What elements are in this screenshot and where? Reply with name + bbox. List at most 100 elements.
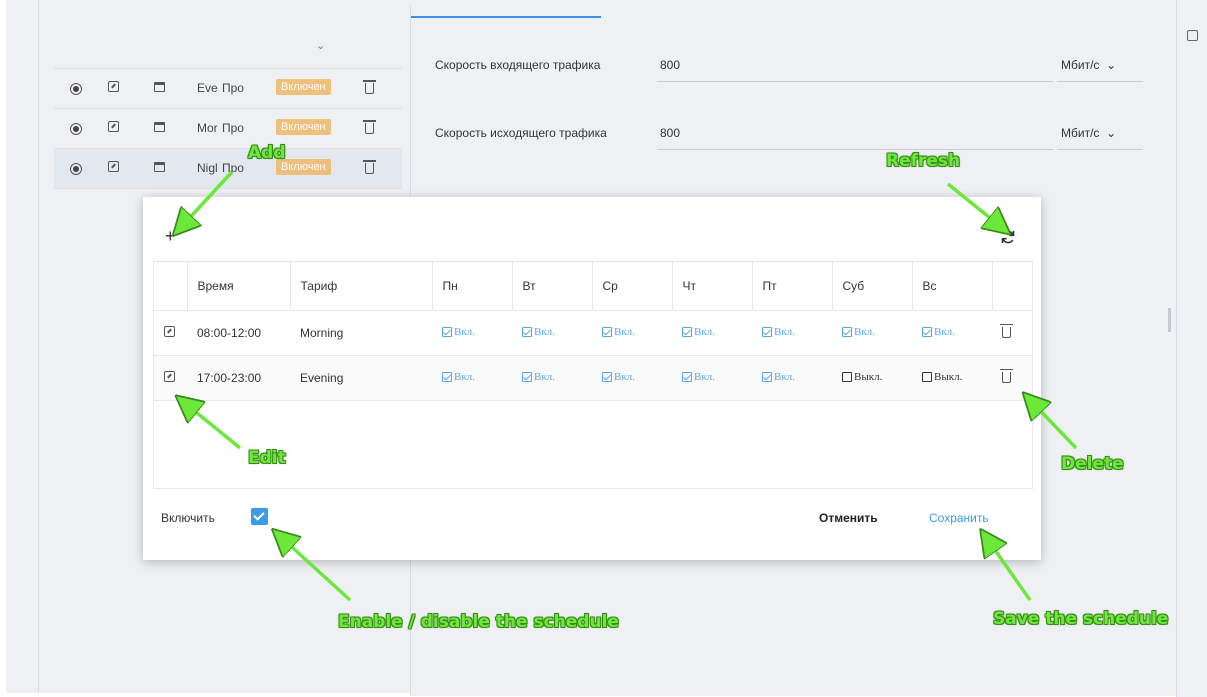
trash-icon[interactable] xyxy=(363,80,376,97)
checked-icon xyxy=(442,326,452,337)
day-toggle[interactable]: Вкл. xyxy=(602,371,635,383)
tariff-list-row[interactable]: Mor Про Включен xyxy=(54,109,402,149)
day-toggle[interactable]: Выкл. xyxy=(922,371,962,383)
day-toggle[interactable]: Вкл. xyxy=(602,326,635,338)
checkbox[interactable] xyxy=(1187,30,1198,41)
annotation-edit: Edit xyxy=(248,448,286,468)
select-underline xyxy=(1057,81,1143,82)
day-toggle[interactable]: Вкл. xyxy=(682,371,715,383)
outgoing-speed-row: Скорость исходящего трафика 800 Мбит/с ⌄ xyxy=(435,116,1155,156)
time-cell: 08:00-12:00 xyxy=(187,310,290,356)
time-cell: 17:00-23:00 xyxy=(187,355,290,401)
incoming-speed-input[interactable]: 800 xyxy=(660,58,680,72)
header-cell: Время xyxy=(187,262,291,311)
radio-icon[interactable] xyxy=(70,81,82,95)
day-cell: Выкл. xyxy=(912,355,992,401)
annotation-delete: Delete xyxy=(1061,454,1124,474)
radio-icon[interactable] xyxy=(70,121,82,135)
outgoing-speed-input[interactable]: 800 xyxy=(660,126,680,140)
checked-icon xyxy=(602,326,612,337)
trash-icon[interactable] xyxy=(1000,323,1013,338)
chevron-down-icon[interactable]: ⌄ xyxy=(316,39,325,52)
input-underline xyxy=(657,149,1053,150)
checked-icon xyxy=(842,326,852,337)
tariff-type: Про xyxy=(222,121,244,135)
table-row: 08:00-12:00 Morning Вкл. Вкл. Вкл. Вкл. Вкл. Вк… xyxy=(154,310,1032,356)
day-toggle[interactable]: Выкл. xyxy=(842,371,882,383)
checked-icon xyxy=(762,326,772,337)
day-cell: Вкл. xyxy=(592,310,672,356)
trash-icon[interactable] xyxy=(1000,368,1013,383)
day-cell: Вкл. xyxy=(432,310,512,356)
day-toggle[interactable]: Вкл. xyxy=(922,326,955,338)
tariff-list-header: ⌄ xyxy=(54,5,402,69)
checked-icon xyxy=(682,371,692,382)
calendar-icon[interactable] xyxy=(154,161,165,175)
day-toggle-label: Вкл. xyxy=(614,370,635,383)
header-cell: Пн xyxy=(432,262,513,311)
day-toggle[interactable]: Вкл. xyxy=(522,326,555,338)
schedule-modal: + Время Тариф Пн Вт Ср Чт Пт Суб Вс 08:00-12:00 M… xyxy=(143,197,1041,560)
day-toggle-label: Вкл. xyxy=(694,325,715,338)
day-toggle-label: Вкл. xyxy=(694,370,715,383)
calendar-icon[interactable] xyxy=(154,81,165,95)
radio-icon[interactable] xyxy=(70,161,82,175)
incoming-speed-unit-select[interactable]: Мбит/с ⌄ xyxy=(1061,58,1116,72)
annotation-add: Add xyxy=(248,143,286,163)
day-toggle[interactable]: Вкл. xyxy=(762,371,795,383)
day-toggle-label: Вкл. xyxy=(454,370,475,383)
edit-icon[interactable] xyxy=(108,81,119,95)
edit-cell xyxy=(154,355,187,401)
tariff-name: Eve xyxy=(197,81,218,95)
edit-icon[interactable] xyxy=(164,370,175,382)
incoming-speed-label: Скорость входящего трафика xyxy=(435,58,601,72)
tariff-list-row[interactable]: Nigl Про Включен xyxy=(54,149,402,189)
edit-icon[interactable] xyxy=(164,325,175,337)
unchecked-icon xyxy=(842,371,852,382)
scrollbar-thumb[interactable] xyxy=(1168,308,1171,332)
day-cell: Вкл. xyxy=(592,355,672,401)
checked-icon xyxy=(922,326,932,337)
tariff-list-row[interactable]: Eve Про Включен xyxy=(54,69,402,109)
outgoing-speed-label: Скорость исходящего трафика xyxy=(435,126,607,140)
day-toggle[interactable]: Вкл. xyxy=(522,371,555,383)
trash-icon[interactable] xyxy=(363,160,376,177)
header-cell xyxy=(992,262,1032,311)
tariff-type: Про xyxy=(222,81,244,95)
calendar-icon[interactable] xyxy=(154,121,165,135)
save-button[interactable]: Сохранить xyxy=(929,511,989,525)
day-toggle[interactable]: Вкл. xyxy=(682,326,715,338)
cancel-button[interactable]: Отменить xyxy=(819,511,878,525)
trash-icon[interactable] xyxy=(363,120,376,137)
status-badge: Включен xyxy=(276,119,331,135)
day-toggle-label: Вкл. xyxy=(774,325,795,338)
schedule-table-header: Время Тариф Пн Вт Ср Чт Пт Суб Вс xyxy=(154,262,1032,311)
enable-checkbox[interactable] xyxy=(251,508,268,525)
checked-icon xyxy=(682,326,692,337)
tariff-cell: Morning xyxy=(290,310,432,356)
outgoing-speed-unit-select[interactable]: Мбит/с ⌄ xyxy=(1061,126,1116,140)
delete-cell xyxy=(992,310,1032,356)
header-cell: Вт xyxy=(512,262,593,311)
enable-label: Включить xyxy=(161,511,215,525)
day-toggle-label: Вкл. xyxy=(774,370,795,383)
header-cell: Пт xyxy=(752,262,833,311)
checked-icon xyxy=(442,371,452,382)
header-cell: Суб xyxy=(832,262,913,311)
day-toggle[interactable]: Вкл. xyxy=(442,326,475,338)
annotation-refresh: Refresh xyxy=(886,151,961,171)
edit-icon[interactable] xyxy=(108,161,119,175)
input-underline xyxy=(657,81,1053,82)
edit-icon[interactable] xyxy=(108,121,119,135)
table-row: 17:00-23:00 Evening Вкл. Вкл. Вкл. Вкл. Вкл. Вы… xyxy=(154,355,1032,401)
day-cell: Выкл. xyxy=(832,355,912,401)
checked-icon xyxy=(522,371,532,382)
refresh-icon[interactable] xyxy=(1000,229,1016,245)
tariff-name: Nigl xyxy=(197,161,218,175)
day-toggle[interactable]: Вкл. xyxy=(762,326,795,338)
day-toggle[interactable]: Вкл. xyxy=(442,371,475,383)
tariff-type: Про xyxy=(222,161,244,175)
day-cell: Вкл. xyxy=(752,310,832,356)
add-button[interactable]: + xyxy=(165,227,176,245)
day-toggle[interactable]: Вкл. xyxy=(842,326,875,338)
